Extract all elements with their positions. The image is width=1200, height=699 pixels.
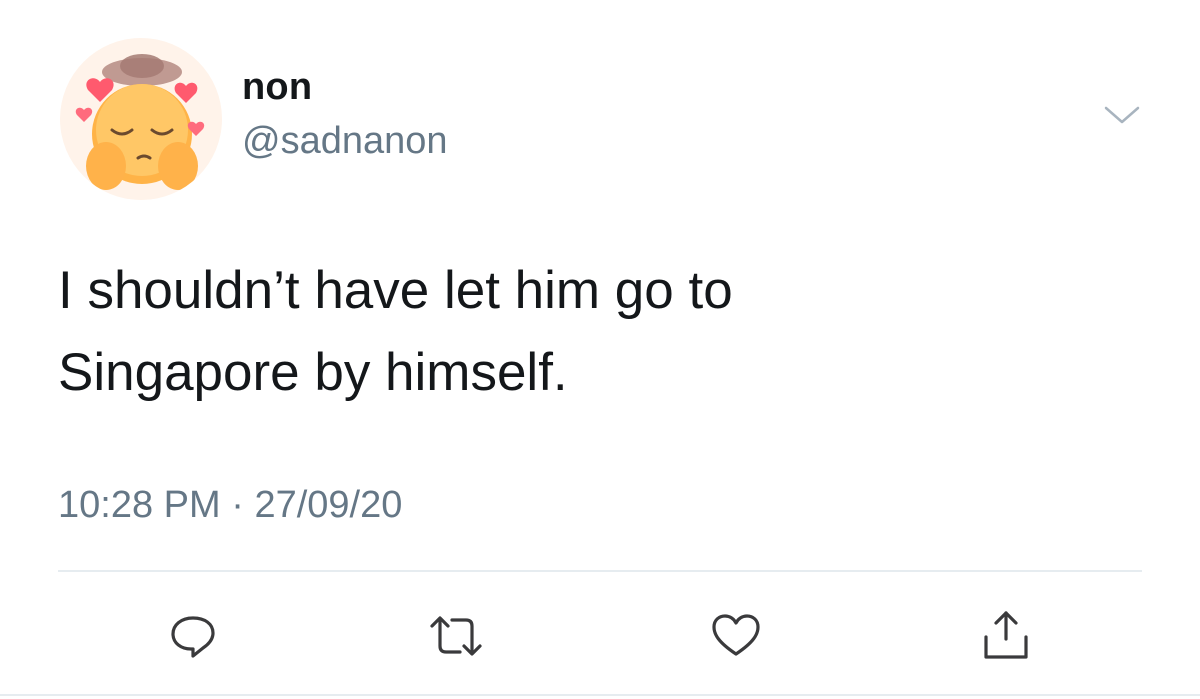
retweet-icon <box>430 616 482 656</box>
like-icon <box>712 614 760 656</box>
emoji-avatar-image <box>60 38 222 200</box>
reply-icon <box>171 616 215 658</box>
avatar[interactable] <box>60 38 222 200</box>
tweet-card: non @sadnanon I shouldn’t have let him g… <box>0 0 1200 699</box>
reply-button[interactable] <box>165 608 221 664</box>
like-button[interactable] <box>708 608 764 664</box>
share-icon <box>984 611 1028 659</box>
bottom-divider <box>0 694 1200 696</box>
display-name[interactable]: non <box>242 66 312 109</box>
user-handle[interactable]: @sadnanon <box>242 120 448 163</box>
retweet-button[interactable] <box>428 608 484 664</box>
meta-separator: · <box>220 484 255 526</box>
tweet-text: I shouldn’t have let him go to Singapore… <box>58 250 1138 414</box>
tweet-time: 10:28 PM <box>58 484 221 526</box>
tweet-date: 27/09/20 <box>254 484 403 526</box>
divider <box>58 570 1142 572</box>
chevron-down-icon[interactable] <box>1100 100 1144 130</box>
tweet-text-line: Singapore by himself. <box>58 343 568 402</box>
tweet-text-line: I shouldn’t have let him go to <box>58 261 733 320</box>
tweet-timestamp[interactable]: 10:28 PM · 27/09/20 <box>58 484 402 527</box>
share-button[interactable] <box>978 608 1034 664</box>
